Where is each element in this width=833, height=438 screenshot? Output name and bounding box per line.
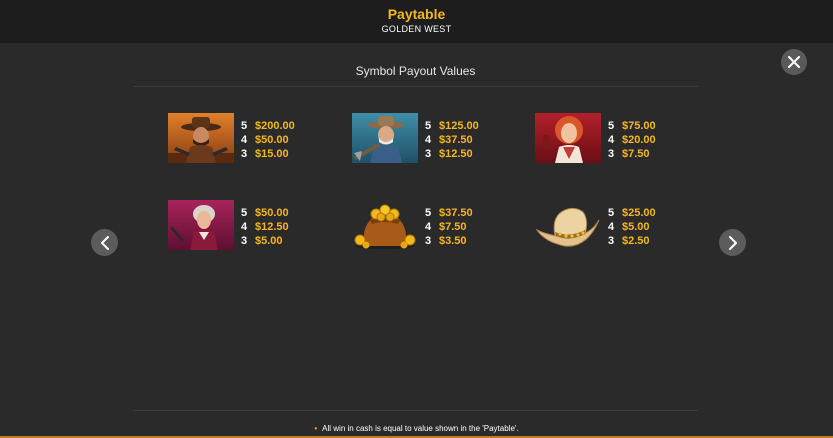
- payout-value: $15.00: [255, 148, 289, 160]
- cowboy-hat-icon: [535, 200, 601, 250]
- symbol-count: 5: [241, 120, 248, 132]
- payout-value: $50.00: [255, 134, 289, 146]
- close-icon: [788, 56, 800, 68]
- symbol-count: 3: [241, 235, 248, 247]
- payout-list: 5 $75.00 4 $20.00 3 $7.50: [608, 119, 656, 161]
- symbol-count: 3: [608, 235, 615, 247]
- symbol-gold-sack: 5 $37.50 4 $7.50 3 $3.50: [352, 200, 492, 252]
- payout-value: $37.50: [439, 207, 473, 219]
- chevron-left-icon: [100, 235, 109, 250]
- payout-row: 5 $125.00: [425, 119, 479, 133]
- payout-value: $125.00: [439, 120, 479, 132]
- payout-row: 5 $50.00: [241, 206, 289, 220]
- payout-row: 4 $50.00: [241, 133, 295, 147]
- prev-page-button[interactable]: [91, 229, 118, 256]
- old-prospector-icon: [352, 113, 418, 163]
- footer-note-text: All win in cash is equal to value shown …: [322, 424, 519, 433]
- chevron-right-icon: [728, 235, 737, 250]
- symbol-cowboy-gunslinger: 5 $200.00 4 $50.00 3 $15.00: [168, 113, 308, 165]
- symbol-count: 5: [425, 207, 432, 219]
- payout-list: 5 $125.00 4 $37.50 3 $12.50: [425, 119, 479, 161]
- payout-value: $75.00: [622, 120, 656, 132]
- payout-row: 3 $7.50: [608, 147, 656, 161]
- payout-value: $2.50: [622, 235, 650, 247]
- symbol-old-prospector: 5 $125.00 4 $37.50 3 $12.50: [352, 113, 492, 165]
- old-lady-icon: [168, 200, 234, 250]
- payout-value: $37.50: [439, 134, 473, 146]
- payout-value: $7.50: [622, 148, 650, 160]
- payout-value: $200.00: [255, 120, 295, 132]
- payout-row: 5 $75.00: [608, 119, 656, 133]
- payout-value: $50.00: [255, 207, 289, 219]
- symbol-count: 4: [425, 134, 432, 146]
- game-name: GOLDEN WEST: [381, 24, 452, 34]
- symbol-count: 4: [241, 134, 248, 146]
- symbol-old-lady: 5 $50.00 4 $12.50 3 $5.00: [168, 200, 308, 252]
- payout-row: 5 $37.50: [425, 206, 473, 220]
- payout-value: $3.50: [439, 235, 467, 247]
- payout-list: 5 $50.00 4 $12.50 3 $5.00: [241, 206, 289, 248]
- payout-value: $25.00: [622, 207, 656, 219]
- payout-row: 3 $5.00: [241, 234, 289, 248]
- payout-row: 3 $2.50: [608, 234, 656, 248]
- bullet-icon: •: [314, 424, 318, 433]
- red-haired-woman-icon: [535, 113, 601, 163]
- payout-row: 4 $20.00: [608, 133, 656, 147]
- payout-value: $20.00: [622, 134, 656, 146]
- payout-row: 3 $15.00: [241, 147, 295, 161]
- symbol-count: 5: [241, 207, 248, 219]
- symbol-count: 4: [241, 221, 248, 233]
- gold-sack-icon: [352, 200, 418, 250]
- close-button[interactable]: [781, 49, 807, 75]
- symbol-count: 4: [608, 134, 615, 146]
- payout-row: 4 $37.50: [425, 133, 479, 147]
- payout-row: 4 $12.50: [241, 220, 289, 234]
- payout-row: 4 $5.00: [608, 220, 656, 234]
- footer-note: • All win in cash is equal to value shown…: [0, 424, 833, 433]
- page-title: Paytable: [387, 6, 446, 22]
- payout-list: 5 $200.00 4 $50.00 3 $15.00: [241, 119, 295, 161]
- symbol-count: 4: [425, 221, 432, 233]
- paytable-screen: Paytable GOLDEN WEST Symbol Payout Value…: [0, 0, 833, 438]
- bottom-divider: [133, 410, 698, 411]
- payout-row: 4 $7.50: [425, 220, 473, 234]
- payout-value: $5.00: [622, 221, 650, 233]
- symbol-cowboy-hat: 5 $25.00 4 $5.00 3 $2.50: [535, 200, 675, 252]
- payout-row: 3 $12.50: [425, 147, 479, 161]
- top-divider: [133, 86, 698, 87]
- symbol-count: 5: [608, 120, 615, 132]
- payout-value: $12.50: [439, 148, 473, 160]
- payout-row: 3 $3.50: [425, 234, 473, 248]
- symbol-count: 3: [608, 148, 615, 160]
- symbol-count: 3: [425, 235, 432, 247]
- header-bar: Paytable GOLDEN WEST: [0, 0, 833, 43]
- payout-row: 5 $200.00: [241, 119, 295, 133]
- payout-value: $12.50: [255, 221, 289, 233]
- symbol-red-haired-woman: 5 $75.00 4 $20.00 3 $7.50: [535, 113, 675, 165]
- symbol-count: 3: [425, 148, 432, 160]
- symbol-count: 3: [241, 148, 248, 160]
- payout-list: 5 $37.50 4 $7.50 3 $3.50: [425, 206, 473, 248]
- section-title: Symbol Payout Values: [355, 64, 476, 78]
- next-page-button[interactable]: [719, 229, 746, 256]
- payout-list: 5 $25.00 4 $5.00 3 $2.50: [608, 206, 656, 248]
- payout-value: $7.50: [439, 221, 467, 233]
- payout-row: 5 $25.00: [608, 206, 656, 220]
- cowboy-gunslinger-icon: [168, 113, 234, 163]
- symbol-count: 5: [608, 207, 615, 219]
- symbol-count: 5: [425, 120, 432, 132]
- payout-value: $5.00: [255, 235, 283, 247]
- symbol-count: 4: [608, 221, 615, 233]
